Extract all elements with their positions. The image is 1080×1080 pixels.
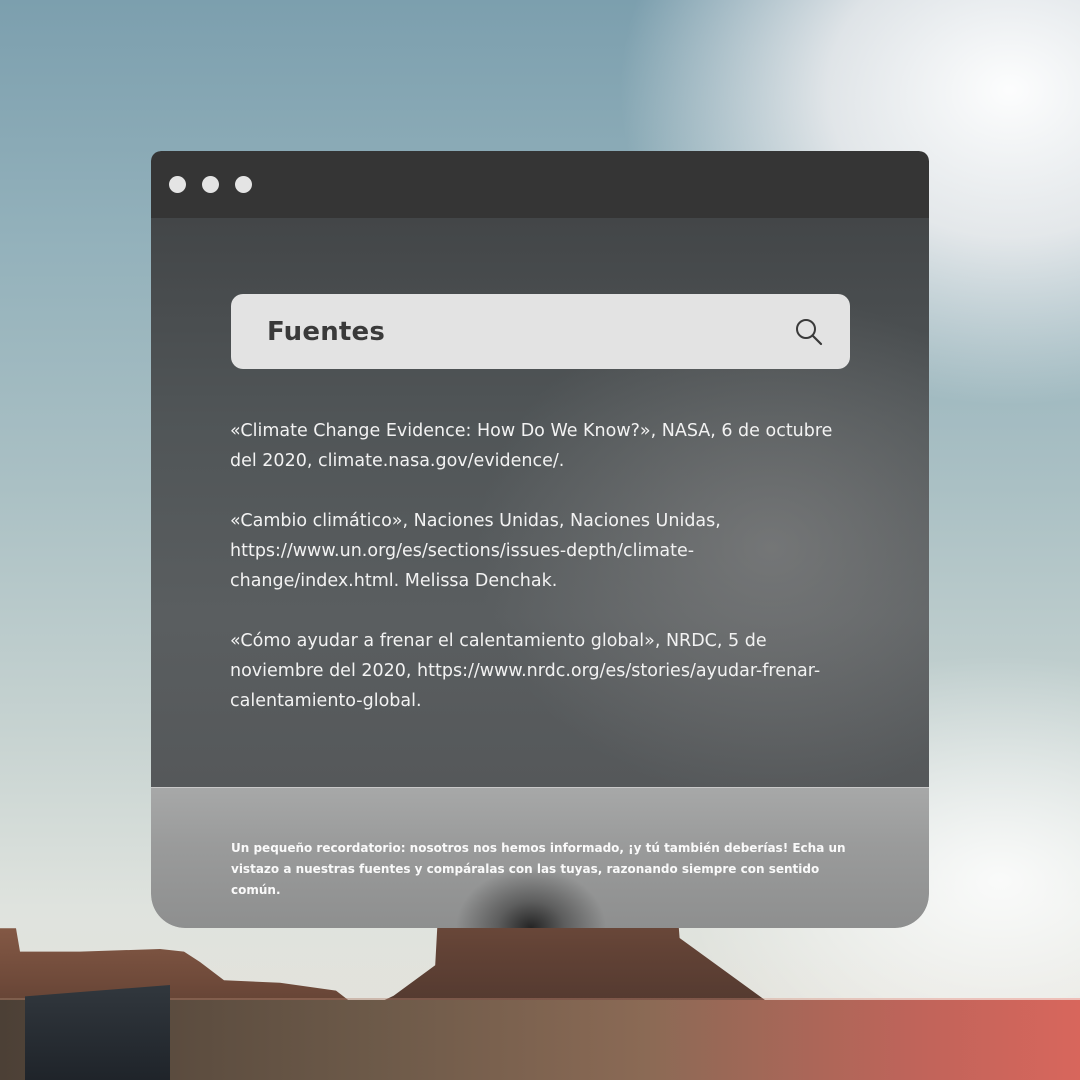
search-input[interactable]: Fuentes	[267, 317, 794, 347]
browser-window: Fuentes «Climate Change Evidence: How Do…	[151, 151, 929, 928]
reminder-text: Un pequeño recordatorio: nosotros nos he…	[231, 841, 846, 897]
search-icon[interactable]	[794, 317, 824, 347]
window-footer: Un pequeño recordatorio: nosotros nos he…	[151, 787, 929, 928]
sources-list: «Climate Change Evidence: How Do We Know…	[230, 416, 855, 716]
window-control-dot[interactable]	[169, 176, 186, 193]
window-control-dot[interactable]	[202, 176, 219, 193]
shed	[25, 985, 170, 1080]
window-control-dot[interactable]	[235, 176, 252, 193]
search-bar[interactable]: Fuentes	[231, 294, 850, 369]
source-item: «Cambio climático», Naciones Unidas, Nac…	[230, 511, 721, 591]
window-titlebar	[151, 151, 929, 218]
source-item: «Cómo ayudar a frenar el calentamiento g…	[230, 631, 821, 711]
window-content: Fuentes «Climate Change Evidence: How Do…	[151, 218, 929, 787]
source-item: «Climate Change Evidence: How Do We Know…	[230, 421, 833, 471]
